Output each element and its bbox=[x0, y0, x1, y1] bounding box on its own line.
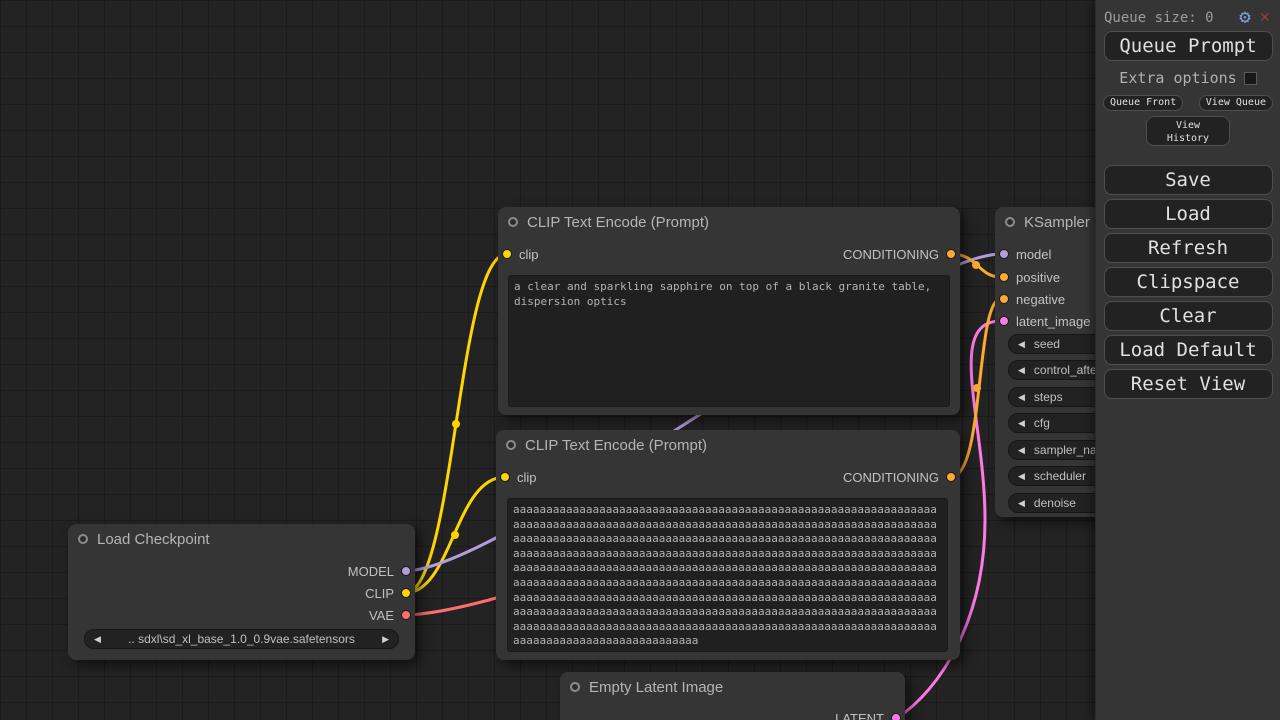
port-label: CLIP bbox=[365, 586, 394, 601]
load-button[interactable]: Load bbox=[1104, 199, 1273, 229]
node-clip-text-encode-positive[interactable]: CLIP Text Encode (Prompt) clip CONDITION… bbox=[498, 207, 960, 415]
extra-options-label: Extra options bbox=[1119, 69, 1236, 87]
input-port-clip: clip bbox=[502, 247, 539, 261]
node-title-bar[interactable]: CLIP Text Encode (Prompt) bbox=[498, 207, 960, 237]
ckpt-name-combo[interactable]: ◀ .. sdxl\sd_xl_base_1.0_0.9vae.safetens… bbox=[84, 629, 399, 649]
clip-input-dot[interactable] bbox=[502, 249, 512, 259]
close-icon[interactable]: ✕ bbox=[1260, 9, 1270, 26]
settings-gear-icon[interactable]: ⚙ bbox=[1239, 8, 1250, 27]
ckpt-name-value: .. sdxl\sd_xl_base_1.0_0.9vae.safetensor… bbox=[101, 632, 382, 646]
left-arrow-icon[interactable]: ◀ bbox=[1018, 418, 1025, 429]
output-port-conditioning: CONDITIONING bbox=[843, 470, 956, 484]
node-canvas[interactable]: CLIP Text Encode (Prompt) clip CONDITION… bbox=[0, 0, 1280, 720]
extra-options-checkbox[interactable] bbox=[1244, 72, 1257, 85]
left-arrow-icon[interactable]: ◀ bbox=[1018, 498, 1025, 509]
prompt-textarea[interactable]: aaaaaaaaaaaaaaaaaaaaaaaaaaaaaaaaaaaaaaaa… bbox=[507, 498, 948, 652]
clip-output-dot[interactable] bbox=[401, 588, 411, 598]
port-label: CONDITIONING bbox=[843, 470, 939, 485]
save-button[interactable]: Save bbox=[1104, 165, 1273, 195]
left-arrow-icon[interactable]: ◀ bbox=[1018, 392, 1025, 403]
collapse-dot[interactable] bbox=[508, 217, 518, 227]
menu-header: Queue size: 0 ⚙ ✕ bbox=[1096, 0, 1280, 27]
link-midpoint-dot bbox=[451, 531, 459, 539]
node-title: Load Checkpoint bbox=[97, 531, 210, 548]
refresh-button[interactable]: Refresh bbox=[1104, 233, 1273, 263]
vae-output-dot[interactable] bbox=[401, 610, 411, 620]
clip-input-dot[interactable] bbox=[500, 472, 510, 482]
clipspace-button[interactable]: Clipspace bbox=[1104, 267, 1273, 297]
collapse-dot[interactable] bbox=[78, 534, 88, 544]
node-title-bar[interactable]: Empty Latent Image bbox=[560, 672, 905, 702]
view-queue-button[interactable]: View Queue bbox=[1199, 95, 1273, 111]
input-port-latent-image: latent_image bbox=[999, 314, 1090, 328]
extra-options-row: Extra options bbox=[1096, 69, 1280, 87]
output-port-clip: CLIP bbox=[365, 586, 411, 600]
node-title: CLIP Text Encode (Prompt) bbox=[527, 214, 709, 231]
menu-panel: Queue size: 0 ⚙ ✕ Queue Prompt Extra opt… bbox=[1095, 0, 1280, 720]
widget-label: scheduler bbox=[1034, 469, 1086, 483]
left-arrow-icon[interactable]: ◀ bbox=[1018, 365, 1025, 376]
load-default-button[interactable]: Load Default bbox=[1104, 335, 1273, 365]
node-title: Empty Latent Image bbox=[589, 679, 723, 696]
model-output-dot[interactable] bbox=[401, 566, 411, 576]
port-label: latent_image bbox=[1016, 314, 1090, 329]
queue-size-label: Queue size: 0 bbox=[1104, 10, 1214, 26]
node-title-bar[interactable]: CLIP Text Encode (Prompt) bbox=[496, 430, 960, 460]
port-label: LATENT bbox=[835, 711, 884, 720]
left-arrow-icon[interactable]: ◀ bbox=[1018, 445, 1025, 456]
node-title: KSampler bbox=[1024, 214, 1090, 231]
node-title-bar[interactable]: Load Checkpoint bbox=[68, 524, 415, 554]
port-label: negative bbox=[1016, 292, 1065, 307]
port-label: MODEL bbox=[348, 564, 394, 579]
input-port-model: model bbox=[999, 247, 1051, 261]
output-port-latent: LATENT bbox=[835, 711, 901, 720]
conditioning-output-dot[interactable] bbox=[946, 472, 956, 482]
reset-view-button[interactable]: Reset View bbox=[1104, 369, 1273, 399]
negative-input-dot[interactable] bbox=[999, 294, 1009, 304]
model-input-dot[interactable] bbox=[999, 249, 1009, 259]
output-port-conditioning: CONDITIONING bbox=[843, 247, 956, 261]
node-clip-text-encode-negative[interactable]: CLIP Text Encode (Prompt) clip CONDITION… bbox=[496, 430, 960, 660]
output-port-model: MODEL bbox=[348, 564, 411, 578]
node-title: CLIP Text Encode (Prompt) bbox=[525, 437, 707, 454]
input-port-clip: clip bbox=[500, 470, 537, 484]
node-load-checkpoint[interactable]: Load Checkpoint MODEL CLIP VAE ◀ .. sdxl… bbox=[68, 524, 415, 660]
port-label: clip bbox=[517, 470, 537, 485]
input-port-negative: negative bbox=[999, 292, 1065, 306]
clear-button[interactable]: Clear bbox=[1104, 301, 1273, 331]
latent-input-dot[interactable] bbox=[999, 316, 1009, 326]
positive-input-dot[interactable] bbox=[999, 272, 1009, 282]
right-arrow-icon[interactable]: ▶ bbox=[382, 634, 389, 645]
conditioning-output-dot[interactable] bbox=[946, 249, 956, 259]
link-midpoint-dot bbox=[452, 420, 460, 428]
link-midpoint-dot bbox=[973, 384, 981, 392]
queue-buttons-row: Queue Front View Queue bbox=[1096, 95, 1280, 111]
node-empty-latent-image[interactable]: Empty Latent Image LATENT bbox=[560, 672, 905, 720]
widget-label: cfg bbox=[1034, 416, 1050, 430]
queue-prompt-button[interactable]: Queue Prompt bbox=[1104, 31, 1273, 61]
port-label: CONDITIONING bbox=[843, 247, 939, 262]
port-label: clip bbox=[519, 247, 539, 262]
view-history-label: View History bbox=[1162, 119, 1214, 145]
link-midpoint-dot bbox=[972, 261, 980, 269]
port-label: positive bbox=[1016, 270, 1060, 285]
latent-output-dot[interactable] bbox=[891, 713, 901, 720]
widget-label: seed bbox=[1034, 337, 1060, 351]
left-arrow-icon[interactable]: ◀ bbox=[1018, 339, 1025, 350]
port-label: model bbox=[1016, 247, 1051, 262]
collapse-dot[interactable] bbox=[1005, 217, 1015, 227]
view-history-button[interactable]: View History bbox=[1146, 116, 1230, 146]
widget-label: denoise bbox=[1034, 496, 1076, 510]
port-label: VAE bbox=[369, 608, 394, 623]
widget-label: steps bbox=[1034, 390, 1063, 404]
collapse-dot[interactable] bbox=[506, 440, 516, 450]
left-arrow-icon[interactable]: ◀ bbox=[1018, 471, 1025, 482]
queue-front-button[interactable]: Queue Front bbox=[1103, 95, 1183, 111]
prompt-textarea[interactable]: a clear and sparkling sapphire on top of… bbox=[508, 275, 950, 407]
collapse-dot[interactable] bbox=[570, 682, 580, 692]
input-port-positive: positive bbox=[999, 270, 1060, 284]
left-arrow-icon[interactable]: ◀ bbox=[94, 634, 101, 645]
output-port-vae: VAE bbox=[369, 608, 411, 622]
